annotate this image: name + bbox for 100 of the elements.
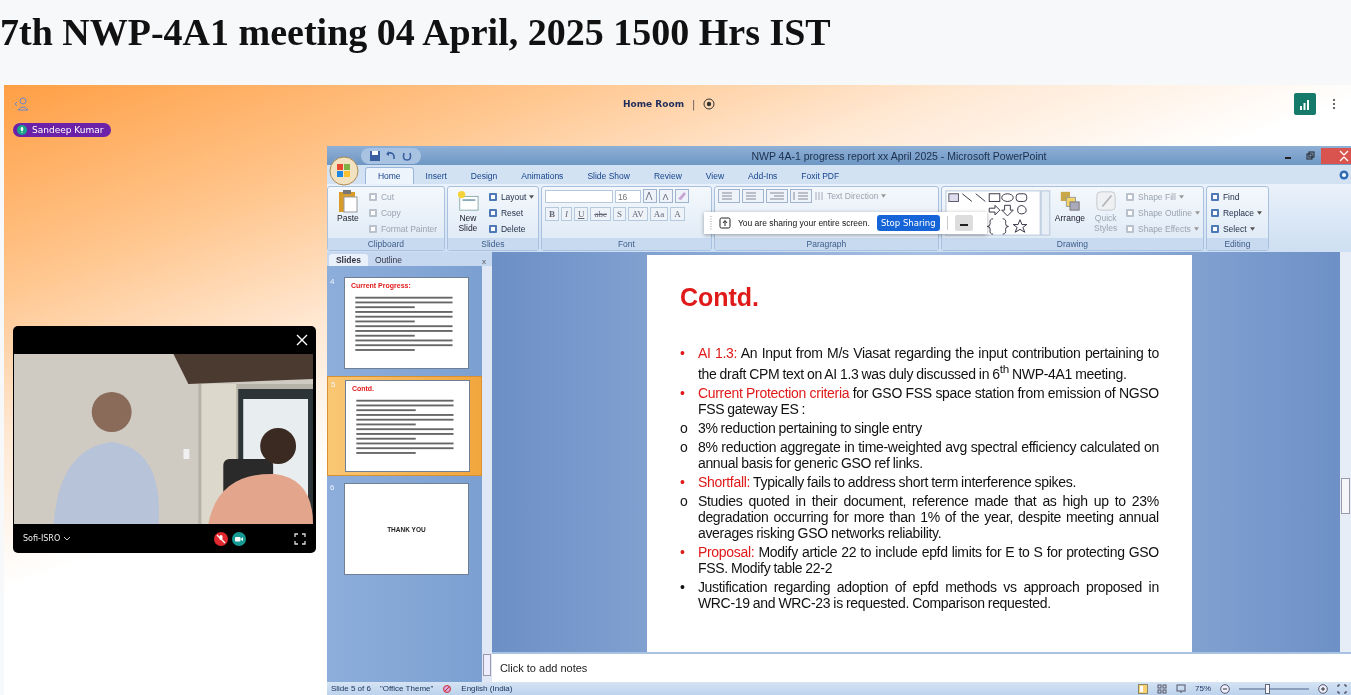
ribbon-tab[interactable]: Insert [413, 168, 459, 184]
ribbon-command[interactable]: Select [1209, 221, 1263, 236]
ribbon-command[interactable]: Layout [487, 189, 535, 204]
record-icon[interactable] [703, 98, 716, 110]
scrollbar[interactable] [1340, 252, 1351, 652]
status-text: "Office Theme" [379, 684, 434, 693]
new-slide-icon [456, 189, 479, 213]
ribbon-button[interactable]: Arrange [1053, 189, 1087, 236]
zoom-in-icon[interactable] [1318, 683, 1328, 694]
tool-icon [1125, 223, 1135, 234]
format-button[interactable]: U [573, 207, 589, 221]
tool-icon [367, 207, 378, 218]
format-button[interactable]: I [560, 207, 572, 221]
format-button[interactable]: S [612, 207, 626, 221]
normal-view-icon[interactable] [1138, 683, 1148, 694]
stop-sharing-button[interactable]: Stop Sharing [876, 215, 940, 231]
group-label: Drawing [941, 238, 1203, 250]
close-icon[interactable] [296, 334, 308, 346]
grow-font-icon[interactable] [642, 189, 657, 203]
tool-icon [1209, 191, 1220, 202]
format-button[interactable]: Aa [649, 207, 669, 221]
caret-icon [1178, 194, 1184, 199]
microphone-icon [17, 125, 27, 135]
save-icon[interactable] [368, 149, 381, 162]
microphone-icon[interactable] [214, 531, 229, 546]
format-button[interactable]: AV [627, 207, 648, 221]
caret-icon [1193, 226, 1199, 231]
ribbon-command[interactable]: Replace [1209, 205, 1263, 220]
help-icon[interactable] [1339, 170, 1349, 180]
tool-icon [367, 191, 378, 202]
ribbon-tab[interactable]: Slide Show [575, 168, 642, 184]
room-name: Home Room [623, 99, 684, 109]
restore-icon[interactable] [1305, 150, 1315, 161]
tool-icon [487, 207, 498, 218]
bullet-marker: o [679, 492, 689, 511]
caret-icon [1257, 210, 1263, 215]
tool-icon [1209, 223, 1220, 234]
separator: | [692, 98, 696, 110]
font-name-field[interactable] [544, 189, 613, 203]
bullet-marker: • [679, 543, 686, 562]
caret-icon[interactable] [63, 535, 72, 542]
ribbon-tab[interactable]: Add-Ins [736, 168, 790, 184]
bullet-text: Justification regarding adoption of epfd methods vs approach proposed in WRC-19 and WRC-23 is requested. Comparison requested. [697, 578, 1159, 611]
format-button[interactable]: A [670, 207, 685, 221]
ribbon-tab[interactable]: Design [458, 168, 510, 184]
caret-icon [1249, 226, 1255, 231]
camera-icon[interactable] [232, 531, 247, 546]
shrink-font-icon[interactable] [658, 189, 673, 203]
format-button[interactable]: abe [590, 207, 611, 221]
bullet-marker: • [679, 473, 686, 490]
ribbon-command[interactable]: Reset [487, 205, 535, 220]
caret-icon [881, 194, 887, 198]
window-title: NWP 4A-1 progress report xx April 2025 - Microsoft PowerPoint [750, 149, 1048, 162]
slide-number: 4 [329, 277, 336, 286]
ribbon-command[interactable]: Find [1209, 189, 1263, 204]
zoom-level[interactable]: 75% [1195, 684, 1211, 693]
ribbon-tab[interactable]: Animations [509, 168, 576, 184]
undo-icon[interactable] [384, 149, 397, 162]
zoom-slider-thumb[interactable] [1265, 683, 1270, 694]
fit-window-icon[interactable] [1337, 683, 1347, 694]
slide-number: 6 [329, 483, 336, 492]
bullet-text: Proposal: Modify article 22 to include epfd limits for E to S for protecting GSO FSS. Modify table 22-2 [697, 543, 1159, 576]
spelling-icon[interactable] [442, 683, 453, 694]
sharing-message: You are sharing your entire screen. [737, 218, 870, 228]
font-size-field[interactable]: 16 [614, 189, 641, 203]
language-status[interactable]: English (India) [461, 684, 513, 693]
minimize-icon[interactable] [954, 215, 973, 231]
ribbon-button[interactable]: New Slide [450, 189, 485, 236]
fullscreen-icon[interactable] [294, 532, 306, 545]
bullet-marker: • [679, 345, 686, 363]
pane-tab[interactable]: Outline [367, 254, 409, 266]
group-label: Paragraph [714, 238, 938, 250]
tool-icon [1125, 191, 1135, 202]
share-screen-icon [718, 217, 731, 229]
slideshow-view-icon[interactable] [1176, 683, 1186, 694]
group-label: Slides [447, 238, 538, 250]
caret-icon [1194, 210, 1200, 215]
format-button[interactable]: B [544, 207, 559, 221]
sorter-view-icon[interactable] [1157, 683, 1167, 694]
zoom-out-icon[interactable] [1220, 683, 1230, 694]
bullet-text: AI 1.3: An Input from M/s Viasat regarding the input contribution pertaining to the draft CPM text on AI 1.3 was duly discussed in 6$^{th}$ NWP-4A1 meeting. [697, 345, 1159, 382]
caret-icon [529, 194, 535, 199]
ribbon-tab[interactable]: Review [641, 168, 694, 184]
pane-tab[interactable]: Slides [328, 254, 368, 266]
more-icon[interactable] [1332, 98, 1336, 110]
bullet-text: Current Protection criteria for GSO FSS space station from emission of NGSO FSS gateway ES : [697, 384, 1159, 417]
ribbon-tab[interactable]: View [693, 168, 737, 184]
signal-icon[interactable] [1294, 93, 1316, 115]
participant-name[interactable]: Sofi-ISRO [23, 534, 61, 543]
ribbon-tab[interactable]: Home [364, 167, 414, 184]
slide-title: Contd. [679, 283, 761, 313]
page-title: 7th NWP-4A1 meeting 04 April, 2025 1500 Hrs IST [0, 10, 832, 55]
ribbon-tab[interactable]: Foxit PDF [789, 168, 852, 184]
scrollbar[interactable] [481, 266, 492, 682]
tool-icon [367, 223, 378, 234]
clipboard-icon [336, 189, 359, 213]
close-pane-button[interactable]: x [481, 257, 486, 266]
ribbon-command[interactable]: Delete [487, 221, 535, 236]
notes-field[interactable]: Click to add notes [491, 652, 1351, 682]
ribbon-button[interactable]: Paste [330, 189, 365, 236]
